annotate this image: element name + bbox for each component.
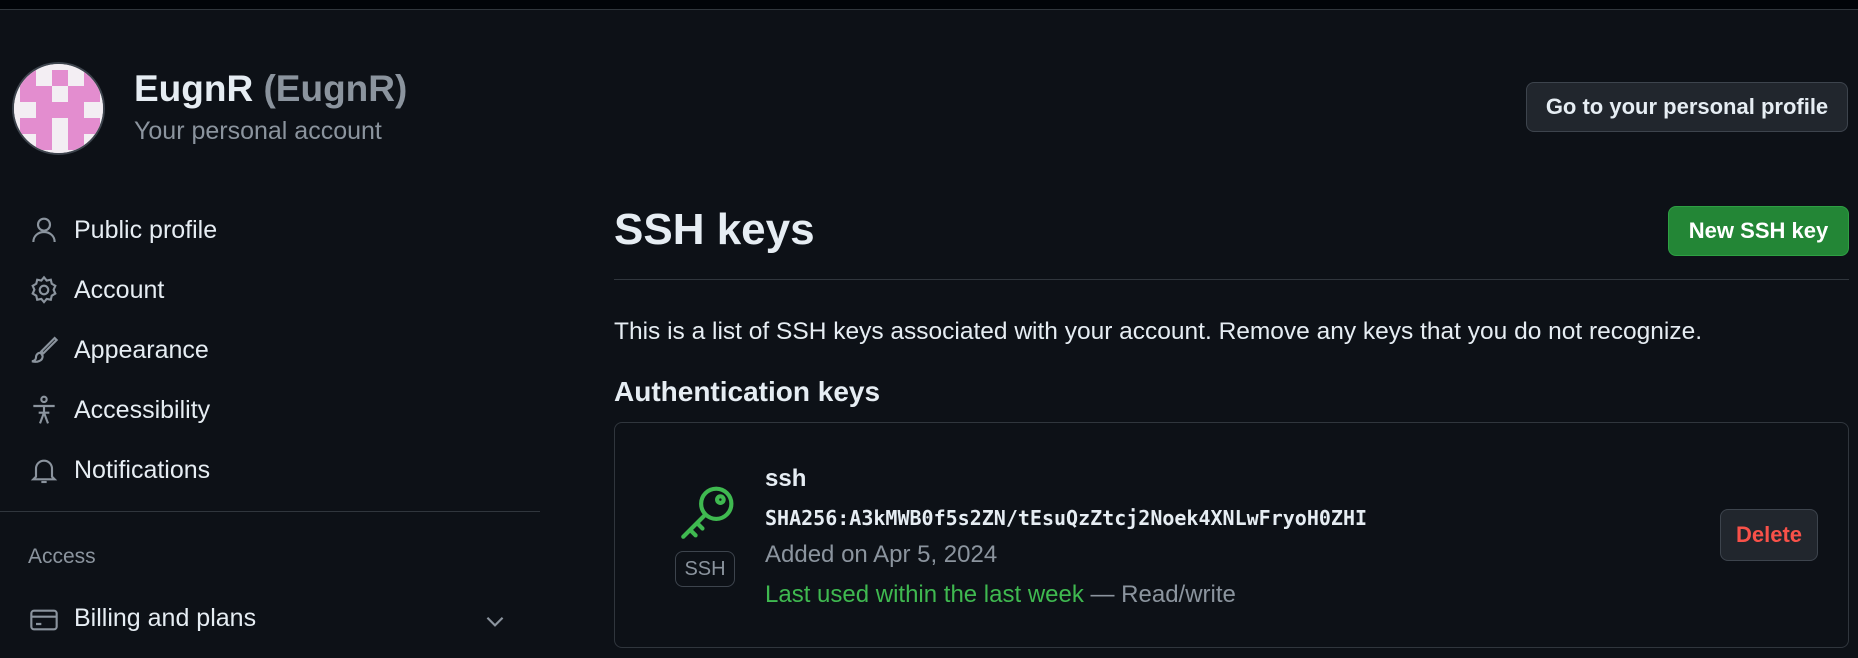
- avatar[interactable]: [12, 62, 105, 155]
- title-divider: [614, 279, 1849, 280]
- credit-card-icon: [28, 604, 60, 636]
- sidebar-item-accessibility[interactable]: Accessibility: [0, 380, 540, 440]
- sidebar-item-label: Billing and plans: [74, 604, 257, 632]
- gear-icon: [28, 274, 60, 306]
- page-description: This is a list of SSH keys associated wi…: [614, 318, 1703, 345]
- delete-key-button[interactable]: Delete: [1720, 509, 1818, 561]
- sidebar-item-label: Notifications: [74, 455, 211, 484]
- settings-sidebar: Public profile Account Appearance Access…: [0, 200, 540, 500]
- chevron-down-icon[interactable]: [482, 608, 508, 634]
- sidebar-item-label: Account: [74, 275, 165, 304]
- account-name: EugnR (EugnR): [134, 68, 407, 110]
- go-to-profile-button[interactable]: Go to your personal profile: [1526, 82, 1848, 132]
- key-usage: Last used within the last week — Read/wr…: [765, 581, 1236, 609]
- top-border: [0, 0, 1858, 10]
- key-added-date: Added on Apr 5, 2024: [765, 541, 998, 568]
- new-ssh-key-button[interactable]: New SSH key: [1668, 206, 1849, 256]
- bell-icon: [28, 454, 60, 486]
- key-title: ssh: [765, 465, 807, 492]
- account-subtitle: Your personal account: [134, 117, 382, 145]
- accessibility-icon: [28, 394, 60, 426]
- sidebar-item-account[interactable]: Account: [0, 260, 540, 320]
- sidebar-divider: [0, 511, 540, 512]
- sidebar-item-label: Accessibility: [74, 395, 211, 424]
- person-icon: [28, 214, 60, 246]
- ssh-key-item: SSH ssh SHA256:A3kMWB0f5s2ZN/tEsuQzZtcj2…: [614, 422, 1849, 648]
- account-handle: (EugnR): [263, 68, 408, 109]
- sidebar-item-label: Appearance: [74, 335, 209, 364]
- paintbrush-icon: [28, 334, 60, 366]
- sidebar-item-public-profile[interactable]: Public profile: [0, 200, 540, 260]
- sidebar-item-appearance[interactable]: Appearance: [0, 320, 540, 380]
- sidebar-item-billing[interactable]: Billing and plans: [0, 590, 540, 650]
- key-fingerprint: SHA256:A3kMWB0f5s2ZN/tEsuQzZtcj2Noek4XNL…: [765, 506, 1368, 530]
- section-title: Authentication keys: [614, 376, 881, 407]
- sidebar-item-notifications[interactable]: Notifications: [0, 440, 540, 500]
- key-type-badge: SSH: [675, 551, 735, 587]
- sidebar-item-label: Public profile: [74, 215, 218, 244]
- account-display-name: EugnR: [134, 68, 254, 109]
- sidebar-section-heading: Access: [28, 545, 96, 568]
- key-access: — Read/write: [1090, 581, 1236, 608]
- key-icon: [675, 479, 741, 545]
- page-title: SSH keys: [614, 205, 815, 254]
- key-last-used: Last used within the last week: [765, 581, 1084, 608]
